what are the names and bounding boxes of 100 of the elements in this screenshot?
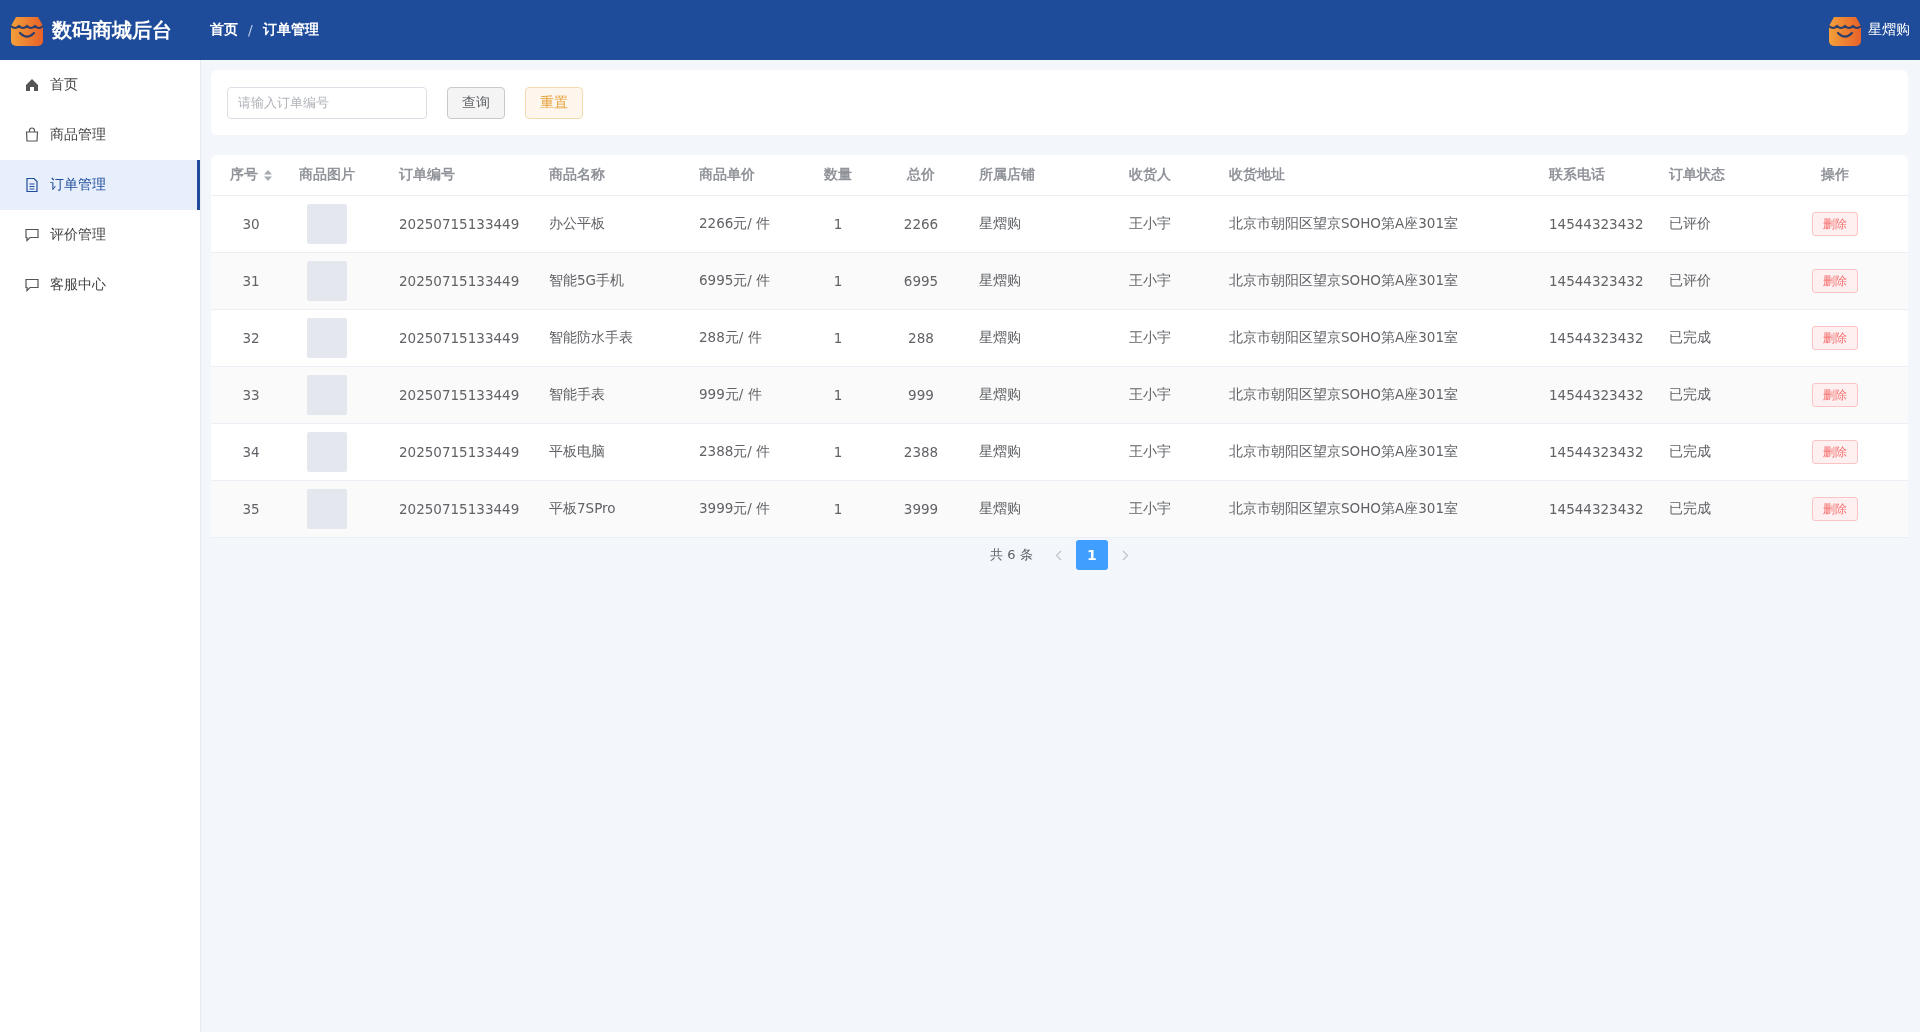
column-header: 联系电话	[1549, 166, 1605, 184]
table-cell: 33	[242, 387, 260, 403]
user-name[interactable]: 星熠购	[1868, 21, 1910, 39]
table-cell: 2266元/ 件	[699, 215, 771, 233]
table-cell: 王小宇	[1129, 500, 1171, 518]
table-cell: 999	[908, 387, 934, 403]
table-cell: 14544323432	[1549, 216, 1644, 232]
query-button[interactable]: 查询	[447, 86, 505, 119]
next-page-icon[interactable]	[1121, 549, 1129, 561]
sidebar-item[interactable]: 订单管理	[0, 160, 200, 210]
delete-button[interactable]: 删除	[1812, 440, 1858, 464]
column-header: 商品图片	[299, 166, 355, 184]
table-cell: 999元/ 件	[699, 386, 762, 404]
table-cell: 办公平板	[549, 215, 605, 233]
table-cell: 6995	[903, 273, 939, 289]
sidebar-item[interactable]: 首页	[0, 60, 200, 110]
column-header: 总价	[907, 166, 935, 184]
table-cell: 平板电脑	[549, 443, 605, 461]
product-photo	[307, 318, 347, 358]
table-cell: 1	[833, 501, 843, 517]
table-cell: 6995元/ 件	[699, 272, 771, 290]
delete-button[interactable]: 删除	[1812, 383, 1858, 407]
table-cell: 20250715133449	[399, 387, 520, 403]
column-header: 商品单价	[699, 166, 755, 184]
table-cell: 288	[908, 330, 934, 346]
breadcrumb-item[interactable]: 首页	[210, 21, 238, 39]
delete-button[interactable]: 删除	[1812, 326, 1858, 350]
table-cell: 已完成	[1669, 386, 1711, 404]
table-cell: 星熠购	[979, 386, 1021, 404]
delete-button[interactable]: 删除	[1812, 269, 1858, 293]
table-cell: 北京市朝阳区望京SOHO第A座301室	[1229, 500, 1458, 518]
total-count: 共 6 条	[990, 546, 1033, 564]
table-cell: 35	[242, 501, 260, 517]
previous-page-icon[interactable]	[1054, 549, 1062, 561]
chat-bubble-icon	[24, 227, 40, 243]
table-cell: 20250715133449	[399, 444, 520, 460]
breadcrumb-separator: /	[248, 22, 253, 38]
table-cell: 14544323432	[1549, 444, 1644, 460]
table-cell: 王小宇	[1129, 329, 1171, 347]
table-cell: 14544323432	[1549, 387, 1644, 403]
table-cell: 已完成	[1669, 500, 1711, 518]
table-cell: 20250715133449	[399, 501, 520, 517]
table-cell: 14544323432	[1549, 330, 1644, 346]
table-cell: 智能防水手表	[549, 329, 633, 347]
sort-icon[interactable]	[264, 169, 272, 181]
table-cell: 1	[833, 387, 843, 403]
table-cell: 2388元/ 件	[699, 443, 771, 461]
product-photo	[307, 432, 347, 472]
document-icon	[24, 177, 40, 193]
table-cell: 2388	[903, 444, 939, 460]
table-cell: 2266	[903, 216, 939, 232]
table-cell: 北京市朝阳区望京SOHO第A座301室	[1229, 443, 1458, 461]
table-cell: 平板7SPro	[549, 500, 616, 518]
table-cell: 20250715133449	[399, 216, 520, 232]
table-cell: 1	[833, 330, 843, 346]
table-cell: 王小宇	[1129, 272, 1171, 290]
table-cell: 288元/ 件	[699, 329, 762, 347]
column-header: 所属店铺	[979, 166, 1035, 184]
column-header: 订单编号	[399, 166, 455, 184]
app-title: 数码商城后台	[52, 16, 172, 44]
table-cell: 34	[242, 444, 260, 460]
sidebar-item[interactable]: 商品管理	[0, 110, 200, 160]
table-cell: 星熠购	[979, 215, 1021, 233]
page-button[interactable]: 1	[1075, 540, 1108, 570]
home-icon	[24, 77, 40, 93]
table-cell: 星熠购	[979, 443, 1021, 461]
table-cell: 31	[242, 273, 260, 289]
table-cell: 智能手表	[549, 386, 605, 404]
table-cell: 王小宇	[1129, 215, 1171, 233]
shopping-bag-icon	[24, 127, 40, 143]
table-cell: 3999元/ 件	[699, 500, 771, 518]
table-cell: 3999	[903, 501, 939, 517]
column-header: 订单状态	[1669, 166, 1725, 184]
table-cell: 已完成	[1669, 329, 1711, 347]
reset-button[interactable]: 重置	[525, 86, 583, 119]
table-cell: 30	[242, 216, 260, 232]
table-cell: 星熠购	[979, 272, 1021, 290]
table-cell: 已评价	[1669, 272, 1711, 290]
table-cell: 智能5G手机	[549, 272, 625, 290]
sidebar-item[interactable]: 评价管理	[0, 210, 200, 260]
table-cell: 北京市朝阳区望京SOHO第A座301室	[1229, 386, 1458, 404]
table-cell: 北京市朝阳区望京SOHO第A座301室	[1229, 272, 1458, 290]
delete-button[interactable]: 删除	[1812, 212, 1858, 236]
table-cell: 已评价	[1669, 215, 1711, 233]
table-cell: 14544323432	[1549, 501, 1644, 517]
chat-bubble-icon	[24, 277, 40, 293]
product-photo	[307, 204, 347, 244]
column-header: 收货人	[1129, 166, 1171, 184]
table-cell: 北京市朝阳区望京SOHO第A座301室	[1229, 329, 1458, 347]
table-cell: 20250715133449	[399, 273, 520, 289]
column-header[interactable]: 序号	[230, 166, 258, 184]
table-cell: 1	[833, 444, 843, 460]
table-cell: 已完成	[1669, 443, 1711, 461]
table-cell: 王小宇	[1129, 443, 1171, 461]
table-cell: 星熠购	[979, 500, 1021, 518]
column-header: 收货地址	[1229, 166, 1285, 184]
table-cell: 14544323432	[1549, 273, 1644, 289]
delete-button[interactable]: 删除	[1812, 497, 1858, 521]
order-number-field[interactable]: 请输入订单编号	[227, 86, 427, 119]
sidebar-item[interactable]: 客服中心	[0, 260, 200, 310]
